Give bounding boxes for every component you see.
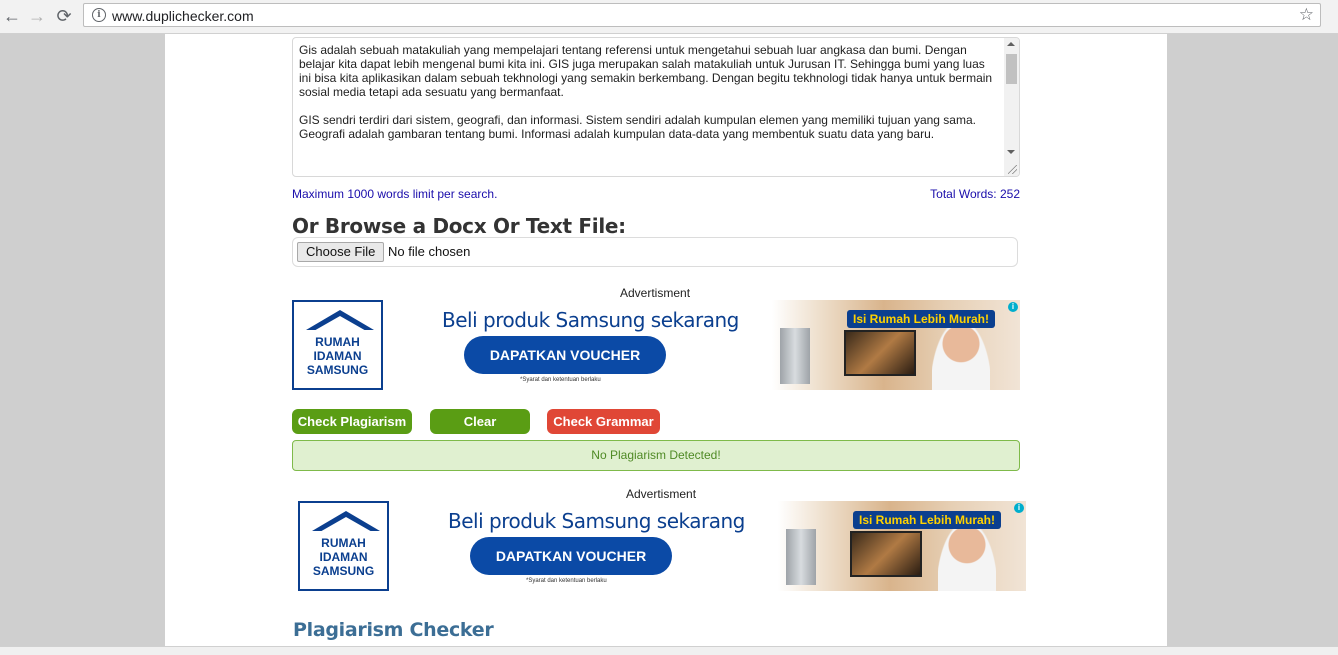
advertisement-banner[interactable]: RUMAH IDAMAN SAMSUNG Beli produk Samsung… bbox=[292, 300, 1020, 390]
ad-fine-print: *Syarat dan ketentuan berlaku bbox=[520, 377, 601, 383]
samsung-logo: RUMAH IDAMAN SAMSUNG bbox=[292, 300, 383, 390]
scroll-down-arrow-icon[interactable] bbox=[1007, 150, 1015, 154]
television-image bbox=[850, 531, 922, 577]
back-arrow-icon[interactable]: ← bbox=[0, 4, 24, 28]
bookmark-star-icon[interactable]: ☆ bbox=[1299, 5, 1314, 25]
choose-file-button[interactable]: Choose File bbox=[297, 242, 385, 262]
ad-photo: Isi Rumah Lebih Murah! bbox=[778, 501, 1026, 591]
samsung-logo: RUMAH IDAMAN SAMSUNG bbox=[298, 501, 389, 591]
ad-tagline: Isi Rumah Lebih Murah! bbox=[847, 310, 996, 328]
site-info-icon[interactable]: i bbox=[92, 8, 106, 22]
ad-headline: Beli produk Samsung sekarang bbox=[442, 308, 739, 332]
browse-file-heading: Or Browse a Docx Or Text File: bbox=[292, 214, 626, 238]
address-bar[interactable]: i www.duplichecker.com ☆ bbox=[83, 3, 1321, 27]
textarea-scrollbar[interactable] bbox=[1004, 38, 1019, 176]
section-heading: Plagiarism Checker bbox=[293, 619, 494, 641]
resize-grip-icon[interactable] bbox=[1008, 165, 1017, 174]
text-input-area[interactable]: Gis adalah sebuah matakuliah yang mempel… bbox=[292, 37, 1020, 177]
refrigerator-image bbox=[780, 328, 810, 384]
url-text[interactable]: www.duplichecker.com bbox=[112, 8, 254, 24]
woman-image bbox=[938, 525, 996, 591]
scroll-thumb[interactable] bbox=[1006, 54, 1017, 84]
ad-fine-print: *Syarat dan ketentuan berlaku bbox=[526, 578, 607, 584]
ad-tagline: Isi Rumah Lebih Murah! bbox=[853, 511, 1002, 529]
scroll-up-arrow-icon[interactable] bbox=[1007, 42, 1015, 46]
television-image bbox=[844, 330, 916, 376]
word-limit-note: Maximum 1000 words limit per search. bbox=[292, 187, 498, 201]
browser-toolbar: ← → ⟳ i www.duplichecker.com ☆ bbox=[0, 0, 1338, 34]
ad-info-icon[interactable]: i bbox=[1014, 503, 1024, 513]
logo-text: RUMAH IDAMAN SAMSUNG bbox=[306, 335, 369, 377]
woman-image bbox=[932, 324, 990, 390]
ad-label: Advertisment bbox=[626, 487, 697, 501]
total-words-count: Total Words: 252 bbox=[930, 187, 1020, 201]
page-content: Gis adalah sebuah matakuliah yang mempel… bbox=[165, 34, 1167, 654]
advertisement-banner[interactable]: RUMAH IDAMAN SAMSUNG Beli produk Samsung… bbox=[298, 501, 1026, 591]
voucher-button[interactable]: DAPATKAN VOUCHER bbox=[470, 537, 672, 575]
ad-headline: Beli produk Samsung sekarang bbox=[448, 509, 745, 533]
result-status-box: No Plagiarism Detected! bbox=[292, 440, 1020, 471]
forward-arrow-icon[interactable]: → bbox=[25, 4, 49, 28]
text-input-content[interactable]: Gis adalah sebuah matakuliah yang mempel… bbox=[299, 43, 993, 141]
ad-info-icon[interactable]: i bbox=[1008, 302, 1018, 312]
ad-photo: Isi Rumah Lebih Murah! bbox=[772, 300, 1020, 390]
file-status-text: No file chosen bbox=[388, 244, 471, 259]
check-grammar-button[interactable]: Check Grammar bbox=[547, 409, 660, 434]
check-plagiarism-button[interactable]: Check Plagiarism bbox=[292, 409, 412, 434]
refrigerator-image bbox=[786, 529, 816, 585]
ad-label: Advertisment bbox=[620, 286, 691, 300]
voucher-button[interactable]: DAPATKAN VOUCHER bbox=[464, 336, 666, 374]
file-upload-field[interactable]: Choose File No file chosen bbox=[292, 237, 1018, 267]
clear-button[interactable]: Clear bbox=[430, 409, 530, 434]
reload-icon[interactable]: ⟳ bbox=[52, 4, 76, 28]
logo-text: RUMAH IDAMAN SAMSUNG bbox=[312, 536, 375, 578]
